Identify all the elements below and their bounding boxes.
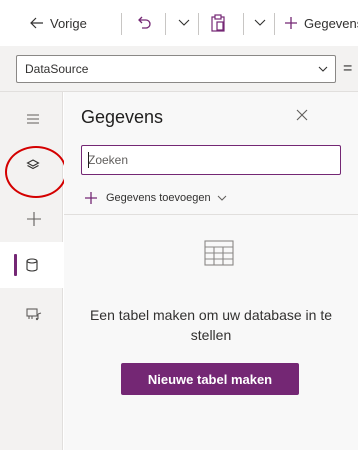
new-table-button[interactable]: Nieuwe tabel maken xyxy=(121,363,299,395)
panel-title: Gegevens xyxy=(81,107,164,127)
back-button[interactable]: Vorige xyxy=(30,8,87,38)
search-input[interactable] xyxy=(81,145,341,175)
add-data-button[interactable]: Gegevens toevoegen xyxy=(84,188,227,208)
toolbar-divider xyxy=(243,13,244,35)
close-icon xyxy=(296,109,308,121)
toolbar-divider xyxy=(121,13,122,35)
left-nav-rail xyxy=(0,92,64,450)
table-icon xyxy=(204,240,234,266)
empty-state-message: Een tabel maken om uw database in te ste… xyxy=(89,307,333,343)
plus-icon xyxy=(27,212,41,226)
toolbar-divider xyxy=(274,13,275,35)
property-value: DataSource xyxy=(25,62,89,76)
plus-icon xyxy=(85,192,97,204)
hamburger-icon xyxy=(27,114,39,124)
toolbar-divider xyxy=(198,13,199,35)
media-icon xyxy=(26,308,42,321)
chevron-down-icon xyxy=(318,66,328,72)
tree-view-button[interactable] xyxy=(0,142,63,188)
add-data-toolbar-button[interactable]: Gegevens xyxy=(284,8,358,38)
back-label: Vorige xyxy=(50,15,87,31)
undo-icon xyxy=(138,16,151,29)
paste-button[interactable] xyxy=(210,8,226,38)
chevron-down-icon xyxy=(178,19,190,26)
command-bar: Vorige Gegevens xyxy=(0,0,358,46)
menu-button[interactable] xyxy=(0,96,63,142)
paste-icon xyxy=(211,14,225,32)
add-data-label: Gegevens toevoegen xyxy=(106,192,211,204)
layers-icon xyxy=(26,159,40,170)
media-button[interactable] xyxy=(0,291,63,337)
database-icon xyxy=(26,258,38,272)
close-panel-button[interactable] xyxy=(296,108,308,126)
data-button[interactable] xyxy=(0,242,64,288)
back-arrow-icon xyxy=(30,17,43,29)
insert-button[interactable] xyxy=(0,196,63,242)
add-data-toolbar-label: Gegevens xyxy=(304,15,358,31)
property-dropdown[interactable]: DataSource xyxy=(16,55,336,83)
undo-button[interactable] xyxy=(136,8,152,38)
toolbar-divider xyxy=(165,13,166,35)
equals-sign: = xyxy=(343,60,353,77)
chevron-down-icon xyxy=(254,19,266,26)
active-indicator xyxy=(14,254,17,276)
plus-icon xyxy=(285,17,297,29)
formula-bar: DataSource = xyxy=(0,46,358,92)
undo-menu-button[interactable] xyxy=(178,8,190,38)
text-cursor xyxy=(88,152,89,168)
paste-menu-button[interactable] xyxy=(254,8,266,38)
panel-divider xyxy=(64,214,358,215)
data-panel: Gegevens Gegevens toevoegen Een tabel ma… xyxy=(64,92,358,450)
chevron-down-icon xyxy=(217,195,226,201)
